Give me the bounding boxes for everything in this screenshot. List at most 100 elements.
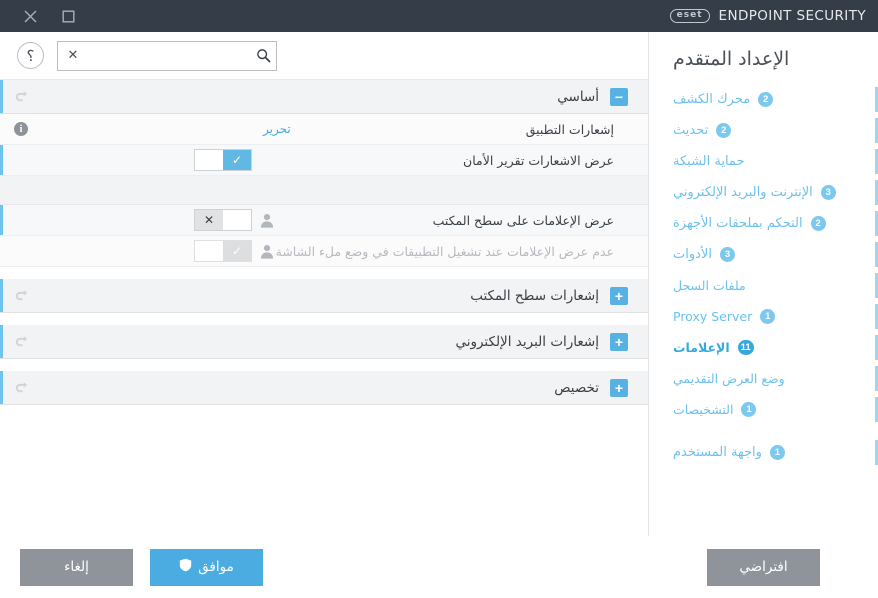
section-title: تخصيص: [554, 379, 599, 396]
sidebar-item-label: Proxy Server: [673, 309, 753, 324]
sidebar-item-badge: 3: [719, 247, 735, 262]
section-gap: [0, 313, 648, 325]
shield-icon: [179, 558, 192, 576]
toggle-switch[interactable]: ✕: [194, 209, 252, 231]
sidebar-item-1[interactable]: تحديث 2: [649, 115, 878, 146]
sidebar-item-label: تحديث: [673, 123, 709, 138]
eset-logo-icon: eset: [669, 9, 710, 23]
brand: eset ENDPOINT SECURITY: [669, 8, 866, 24]
section-accent: [0, 279, 3, 312]
page-title: الإعداد المتقدم: [673, 48, 790, 70]
sidebar-item-4[interactable]: التحكم بملحقات الأجهزة 2: [649, 208, 878, 239]
default-button[interactable]: افتراضي: [707, 548, 820, 586]
toggle-state-label: ✓: [223, 241, 251, 261]
cancel-button[interactable]: إلغاء: [20, 548, 133, 586]
product-name: ENDPOINT SECURITY: [718, 8, 866, 24]
row-accent: [0, 205, 3, 235]
sidebar-item-0[interactable]: محرك الكشف 2: [649, 84, 878, 115]
setting-label: إشعارات التطبيق: [525, 121, 614, 137]
section-header-2[interactable]: + إشعارات البريد الإلكتروني: [0, 325, 648, 359]
sidebar-item-badge: 2: [810, 216, 826, 231]
sidebar: الإعداد المتقدم محرك الكشف 2 تحديث 2 حماية ا…: [649, 32, 878, 598]
sidebar-item-label: التشخيصات: [673, 402, 734, 417]
settings-row: عرض الإعلامات على سطح المكتب ✕: [0, 205, 648, 236]
help-icon[interactable]: ؟: [17, 42, 44, 69]
sidebar-item-badge: 11: [737, 340, 754, 355]
ok-button-label: موافق: [198, 559, 234, 575]
sidebar-item-5[interactable]: الأدوات 3: [649, 239, 878, 270]
row-control: ✓: [194, 149, 252, 171]
section-gap: [0, 359, 648, 371]
maximize-icon[interactable]: [60, 8, 76, 24]
revert-section-icon[interactable]: [15, 335, 30, 348]
row-accent: [0, 145, 3, 175]
footer-actions-left: إلغاء موافق: [0, 536, 649, 598]
section-title: إشعارات البريد الإلكتروني: [455, 333, 599, 350]
expand-section-icon[interactable]: +: [610, 286, 628, 305]
settings-row-spacer: [0, 176, 648, 205]
close-icon[interactable]: [22, 8, 38, 24]
main-panel: ؟ ✕ − أساسي إشعارات التطبيق تحرير i عرض الاشع…: [0, 32, 649, 598]
edit-link[interactable]: تحرير: [263, 122, 291, 136]
expand-section-icon[interactable]: +: [610, 378, 628, 397]
sidebar-item-7[interactable]: Proxy Server 1: [649, 301, 878, 332]
ok-button[interactable]: موافق: [150, 548, 263, 586]
sidebar-item-label: وضع العرض التقديمي: [673, 371, 785, 386]
search-box[interactable]: ✕: [57, 40, 277, 71]
setting-label: عرض الاشعارات تقرير الأمان: [463, 152, 614, 168]
sidebar-item-badge: 2: [716, 123, 732, 138]
expand-section-icon[interactable]: +: [610, 332, 628, 351]
clear-search-icon[interactable]: ✕: [62, 42, 84, 70]
search-icon[interactable]: [250, 42, 276, 70]
info-glyph: i: [14, 122, 29, 136]
settings-row: إشعارات التطبيق تحرير i: [0, 114, 648, 145]
sidebar-item-label: ملفات السجل: [673, 278, 746, 293]
section-accent: [0, 371, 3, 404]
sidebar-item-badge: 1: [760, 309, 776, 324]
sidebar-item-3[interactable]: الإنترنت والبريد الإلكتروني 3: [649, 177, 878, 208]
sidebar-item-badge: 1: [769, 445, 785, 460]
section-title: إشعارات سطح المكتب: [470, 287, 599, 304]
section-gap: [0, 267, 648, 279]
sidebar-item-label: واجهة المستخدم: [673, 445, 762, 460]
sidebar-item-2[interactable]: حماية الشبكة: [649, 146, 878, 177]
sidebar-item-label: حماية الشبكة: [673, 154, 745, 169]
toggle-track-half: [195, 241, 223, 261]
collapse-section-icon[interactable]: −: [610, 87, 628, 106]
sidebar-item-badge: 3: [820, 185, 836, 200]
section-title: أساسي: [557, 88, 599, 105]
sidebar-item-badge: 1: [741, 402, 757, 417]
section-accent: [0, 80, 3, 113]
section-accent: [0, 325, 3, 358]
sidebar-item-11[interactable]: واجهة المستخدم 1: [649, 437, 878, 468]
section-header-3[interactable]: + تخصيص: [0, 371, 648, 405]
toggle-track-half: [195, 150, 223, 170]
sidebar-item-label: الأدوات: [673, 247, 712, 262]
sidebar-item-6[interactable]: ملفات السجل: [649, 270, 878, 301]
search-input[interactable]: [84, 41, 250, 70]
sidebar-item-9[interactable]: وضع العرض التقديمي: [649, 363, 878, 394]
sidebar-item-8[interactable]: الإعلامات 11: [649, 332, 878, 363]
search-toolbar: ؟ ✕: [0, 32, 648, 80]
sidebar-nav: محرك الكشف 2 تحديث 2 حماية الشبكة الإنترنت وا…: [649, 84, 878, 468]
toggle-switch[interactable]: ✓: [194, 149, 252, 171]
eset-advanced-setup-window: eset ENDPOINT SECURITY ؟ ✕ − أساسي إشعارات…: [0, 0, 878, 598]
window-controls: [0, 8, 76, 24]
toggle-switch: ✓: [194, 240, 252, 262]
title-bar: eset ENDPOINT SECURITY: [0, 0, 878, 32]
row-control: ✓: [194, 240, 274, 262]
sidebar-item-label: محرك الكشف: [673, 92, 751, 107]
section-header-0[interactable]: − أساسي: [0, 80, 648, 114]
revert-section-icon[interactable]: [15, 289, 30, 302]
user-icon: [260, 244, 274, 259]
sidebar-item-10[interactable]: التشخيصات 1: [649, 394, 878, 425]
section-header-1[interactable]: + إشعارات سطح المكتب: [0, 279, 648, 313]
toggle-track-half: [223, 210, 251, 230]
row-control: ✕: [194, 209, 274, 231]
info-icon[interactable]: i: [14, 122, 29, 136]
revert-section-icon[interactable]: [15, 381, 30, 394]
footer-actions-right: افتراضي: [649, 536, 878, 598]
revert-section-icon[interactable]: [15, 90, 30, 103]
setting-label: عرض الإعلامات على سطح المكتب: [432, 212, 614, 228]
